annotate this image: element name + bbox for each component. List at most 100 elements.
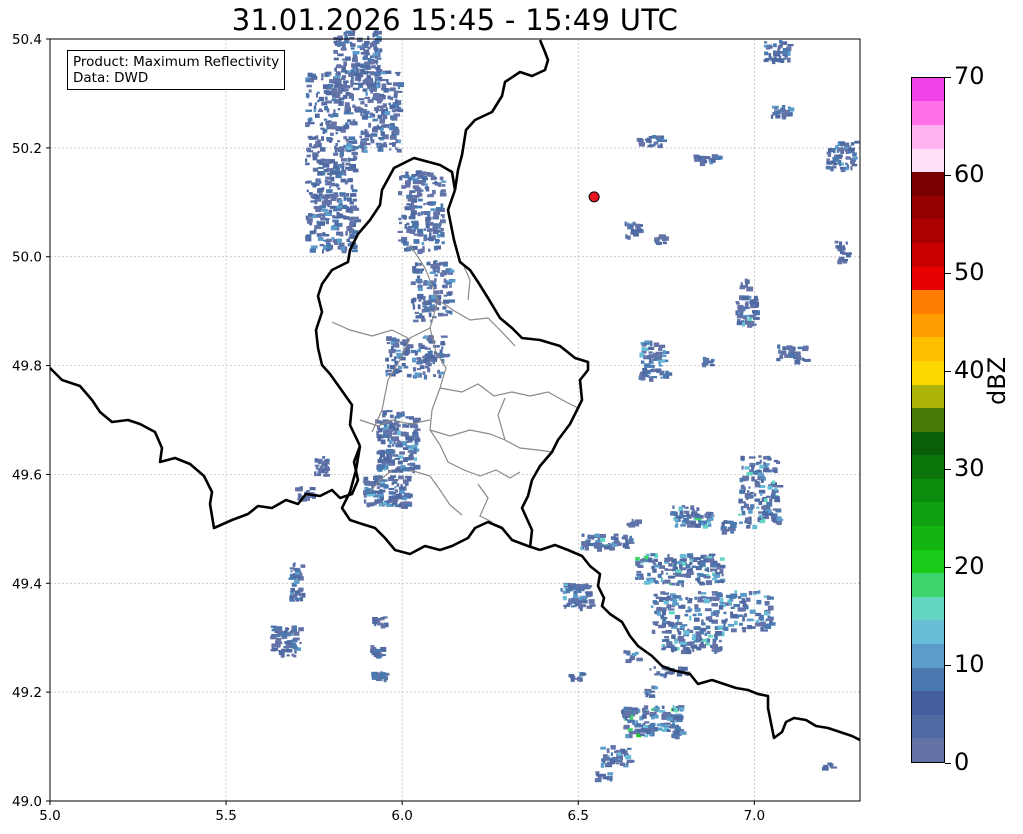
echo-pixel [745, 517, 750, 521]
echo-pixel [774, 107, 778, 110]
echo-pixel [744, 316, 748, 320]
echo-pixel [644, 363, 651, 368]
echo-pixel [713, 596, 720, 601]
echo-pixel [661, 354, 667, 358]
echo-pixel [412, 266, 417, 271]
echo-pixel [765, 618, 768, 622]
echo-pixel [700, 561, 706, 567]
echo-pixel [329, 172, 332, 177]
echo-pixel [657, 355, 663, 360]
echo-pixel [402, 467, 409, 472]
echo-pixel [658, 364, 663, 367]
echo-pixel [332, 215, 336, 219]
echo-pixel [662, 373, 668, 379]
echo-pixel [276, 629, 281, 634]
echo-pixel [349, 164, 357, 169]
echo-pixel [647, 572, 651, 577]
colorbar-segment [912, 77, 944, 102]
echo-pixel [598, 776, 602, 779]
echo-pixel [383, 142, 387, 147]
echo-pixel [723, 623, 726, 628]
echo-pixel [841, 141, 845, 146]
echo-pixel [685, 597, 689, 600]
echo-pixel [782, 346, 787, 351]
echo-pixel [352, 231, 356, 235]
echo-pixel [741, 510, 746, 516]
echo-pixel [403, 215, 407, 220]
echo-pixel [393, 113, 401, 117]
echo-pixel [390, 87, 396, 91]
echo-pixel [308, 89, 312, 93]
echo-pixel [361, 115, 368, 120]
echo-pixel [434, 180, 437, 185]
echo-pixel [747, 490, 750, 494]
echo-pixel [439, 290, 444, 295]
echo-pixel [669, 597, 673, 601]
echo-pixel [670, 646, 678, 652]
echo-pixel [322, 84, 329, 90]
echo-pixel [584, 591, 592, 594]
colorbar-segment [912, 219, 944, 243]
colorbar-tick-mark [945, 567, 951, 568]
echo-pixel [744, 494, 751, 498]
echo-pixel [373, 72, 379, 76]
echo-pixel [672, 705, 675, 709]
colorbar-segment [912, 502, 944, 527]
echo-pixel [610, 745, 615, 748]
radar-map[interactable]: 5.0 5.5 6.0 6.5 7.0 49.0 49.2 49.4 49.6 49.8 50.0 5… [0, 0, 1023, 834]
echo-pixel [325, 101, 332, 104]
echo-pixel [323, 118, 328, 121]
echo-pixel [314, 113, 320, 118]
echo-pixel [294, 597, 302, 600]
echo-pixel [678, 506, 684, 512]
echo-pixel [314, 458, 318, 463]
echo-pixel [338, 200, 343, 204]
echo-pixel [562, 590, 567, 595]
echo-pixel [434, 230, 441, 233]
echo-pixel [742, 628, 746, 633]
echo-pixel [375, 61, 378, 65]
echo-pixel [837, 160, 841, 165]
echo-pixel [435, 177, 438, 180]
echo-pixel [642, 709, 646, 713]
echo-pixel [834, 240, 839, 244]
echo-pixel [668, 611, 675, 615]
echo-pixel [298, 627, 304, 632]
echo-pixel [656, 723, 663, 727]
echo-pixel [353, 139, 357, 143]
echo-pixel [599, 534, 606, 538]
echo-pixel [683, 510, 690, 514]
echo-pixel [664, 638, 670, 642]
echo-pixel [378, 490, 383, 493]
echo-pixel [411, 298, 416, 303]
y-tick-label: 49.8 [12, 359, 42, 375]
echo-pixel [826, 161, 833, 165]
echo-pixel [674, 638, 678, 644]
echo-pixel [749, 299, 755, 305]
echo-pixel [627, 728, 633, 732]
echo-pixel [315, 466, 318, 470]
echo-pixel [333, 109, 336, 114]
echo-pixel [378, 137, 384, 140]
location-marker[interactable] [588, 191, 600, 203]
echo-pixel [773, 513, 778, 518]
echo-pixel [358, 144, 362, 148]
echo-pixel [367, 99, 374, 103]
echo-pixel [315, 140, 321, 145]
echo-pixel [337, 140, 340, 143]
echo-pixel [679, 510, 684, 515]
echo-pixel [767, 605, 774, 611]
echo-pixel [705, 580, 713, 586]
echo-pixel [678, 605, 685, 609]
echo-pixel [759, 464, 764, 469]
echo-pixel [417, 174, 421, 179]
echo-pixel [397, 493, 402, 498]
echo-pixel [703, 575, 711, 579]
echo-pixel [391, 346, 394, 350]
echo-pixel [845, 150, 849, 154]
echo-pixel [754, 482, 761, 488]
echo-pixel [318, 213, 325, 217]
echo-pixel [392, 129, 400, 134]
echo-pixel [660, 577, 664, 583]
echo-pixel [691, 565, 696, 569]
